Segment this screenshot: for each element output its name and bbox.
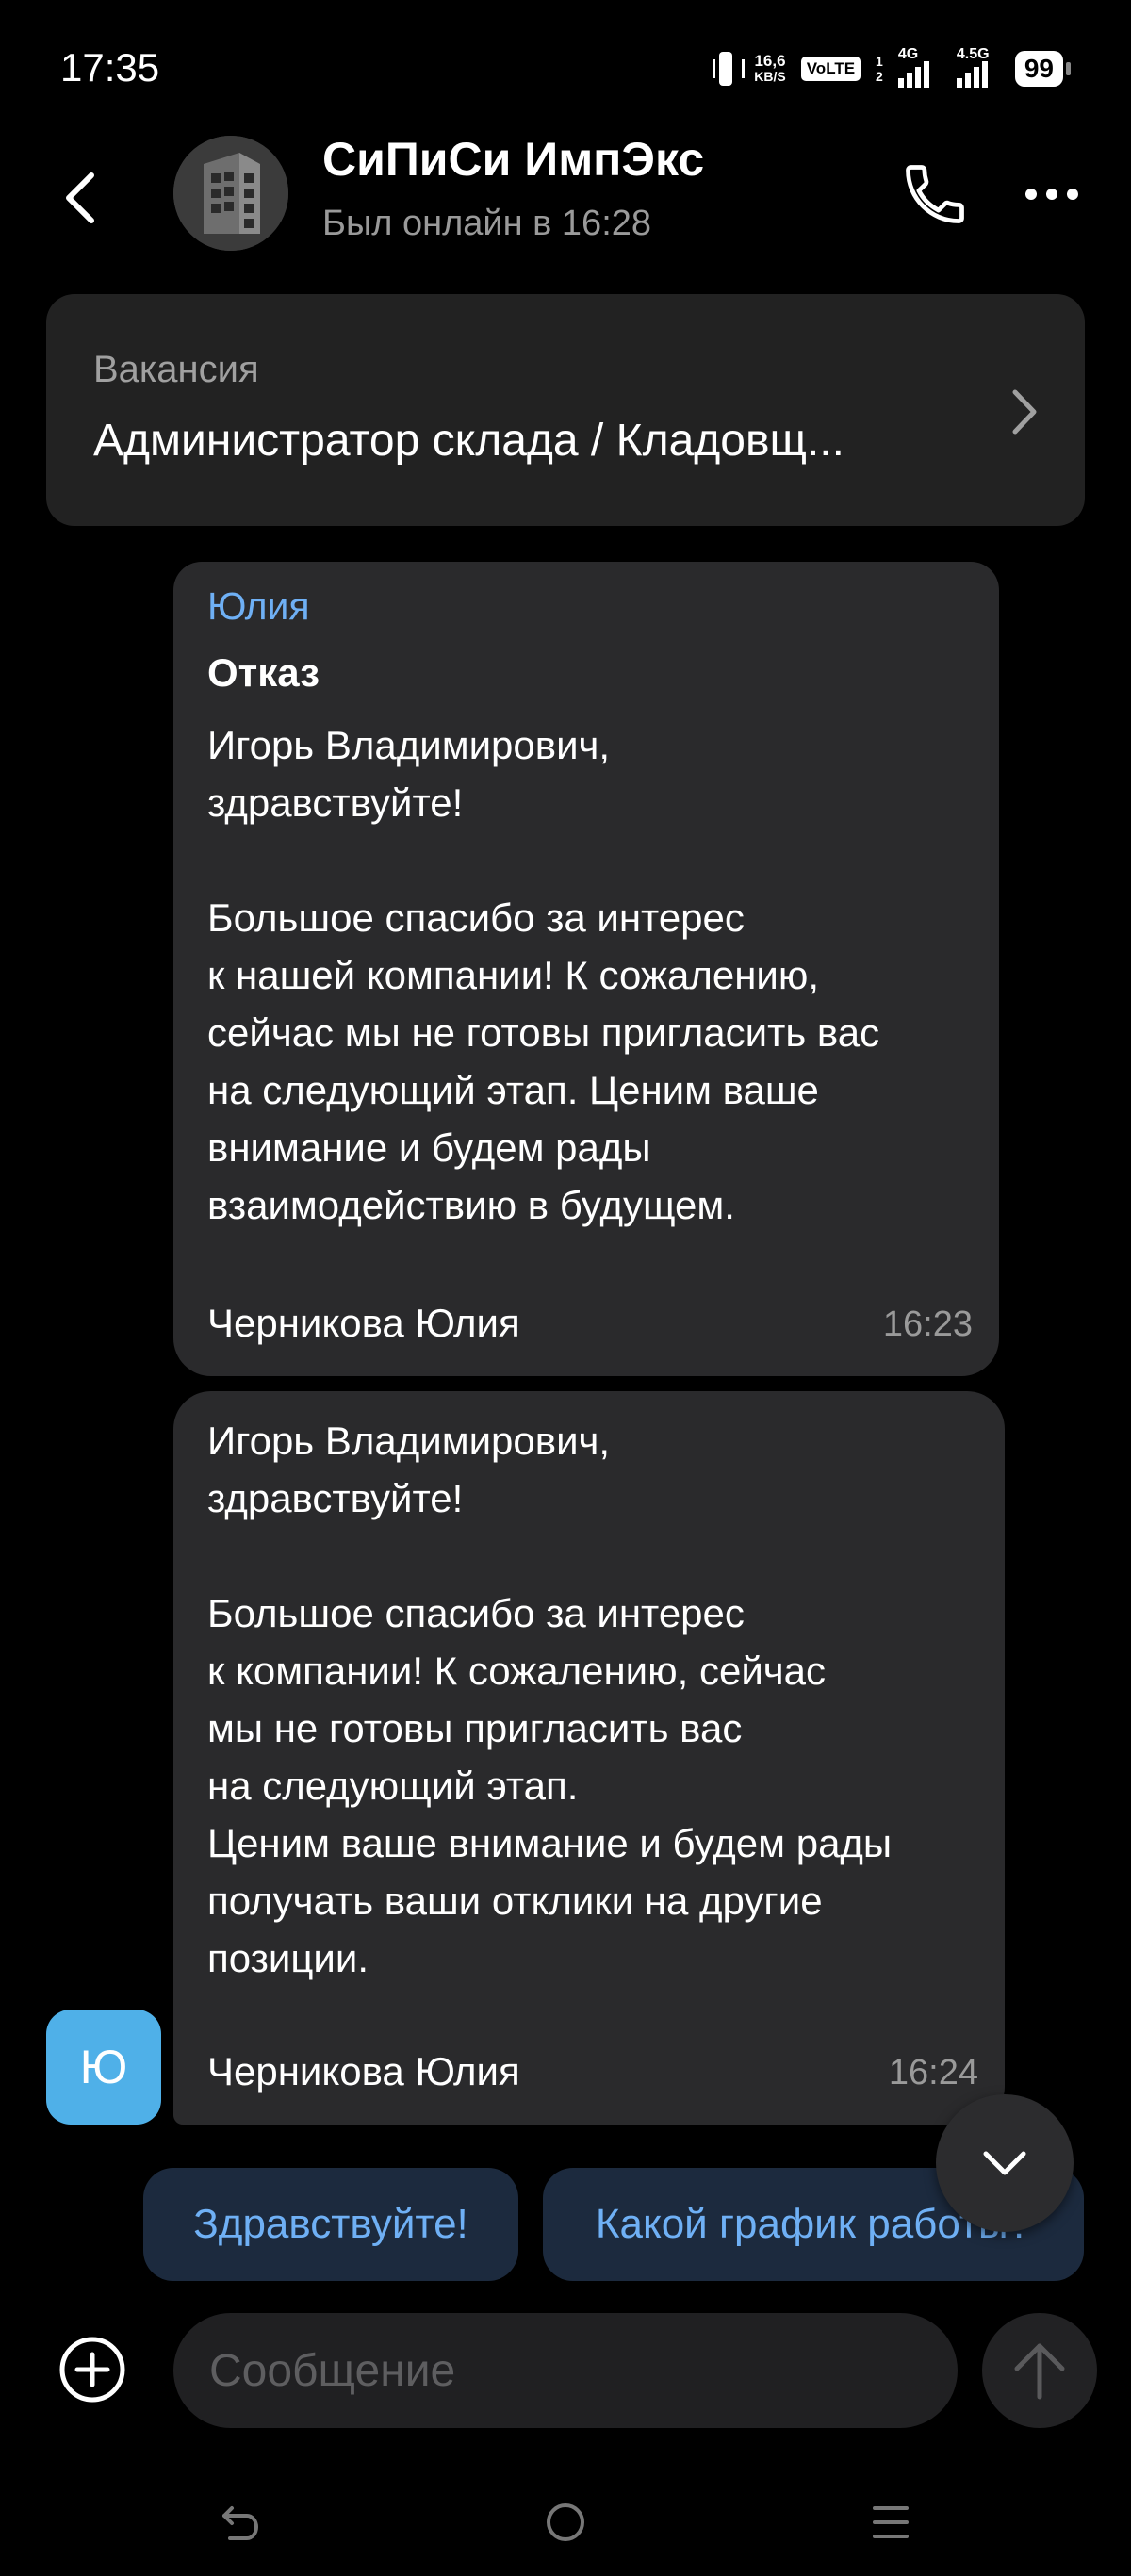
more-horizontal-icon xyxy=(1025,189,1078,200)
nav-menu-icon xyxy=(873,2506,909,2538)
more-button[interactable] xyxy=(1014,155,1090,234)
message-input[interactable] xyxy=(209,2344,958,2397)
vacancy-title: Администратор склада / Кладовщ... xyxy=(93,416,844,466)
sender-avatar[interactable]: Ю xyxy=(46,2010,161,2125)
company-avatar[interactable] xyxy=(173,136,288,251)
nav-back-button[interactable] xyxy=(207,2494,273,2551)
chevron-down-icon xyxy=(983,2151,1026,2175)
message-signature: Черникова Юлия xyxy=(207,2049,520,2093)
network-speed: 16,6 KB/S xyxy=(754,53,785,85)
message-text: Игорь Владимирович, здравствуйте! Большо… xyxy=(207,723,880,1227)
signal-icon-2: 4.5G xyxy=(956,46,1000,88)
chevron-left-icon xyxy=(66,172,94,223)
status-icons: 16,6 KB/S VoLTE 1 2 4G 4.5G 99 xyxy=(713,45,1072,92)
sim2-network-label: 4.5G xyxy=(956,46,990,62)
phone-icon xyxy=(906,165,964,223)
message-time: 16:24 xyxy=(888,2053,978,2092)
sim1-network-label: 4G xyxy=(897,46,919,62)
send-button[interactable] xyxy=(982,2313,1097,2428)
building-logo xyxy=(173,136,288,251)
vibrate-icon xyxy=(713,50,746,88)
vacancy-card[interactable]: Вакансия Администратор склада / Кладовщ.… xyxy=(46,294,1085,526)
back-button[interactable] xyxy=(47,160,113,236)
chat-status: Был онлайн в 16:28 xyxy=(322,204,652,243)
nav-recents-button[interactable] xyxy=(858,2494,924,2551)
nav-home-icon xyxy=(547,2503,584,2541)
sim-index: 1 2 xyxy=(876,54,883,84)
message-sender[interactable]: Юлия xyxy=(207,584,310,629)
message-bubble[interactable]: Игорь Владимирович, здравствуйте! Большо… xyxy=(173,1391,1005,2125)
battery-indicator: 99 xyxy=(1014,51,1072,87)
volte-badge: VoLTE xyxy=(800,57,861,81)
sim1-index: 1 xyxy=(876,54,883,69)
chevron-right-icon xyxy=(1012,389,1037,435)
message-text: Игорь Владимирович, здравствуйте! Большо… xyxy=(207,1419,893,1980)
vacancy-open[interactable] xyxy=(996,379,1053,445)
message-signature: Черникова Юлия xyxy=(207,1301,520,1345)
nav-home-button[interactable] xyxy=(533,2494,598,2551)
chat-header: СиПиСи ИмпЭкс Был онлайн в 16:28 xyxy=(0,132,1131,283)
arrow-up-icon xyxy=(1014,2343,1065,2400)
chat-title[interactable]: СиПиСи ИмпЭкс xyxy=(322,132,704,187)
message-subject: Отказ xyxy=(207,650,320,695)
status-bar: 17:35 16,6 KB/S VoLTE 1 2 4G 4.5G 99 xyxy=(0,0,1131,132)
call-button[interactable] xyxy=(895,155,975,234)
signal-icon: 4G xyxy=(897,46,942,88)
sim2-index: 2 xyxy=(876,69,883,84)
message-time: 16:23 xyxy=(882,1304,973,1344)
scroll-down-button[interactable] xyxy=(936,2094,1074,2232)
quick-reply-chip[interactable]: Здравствуйте! xyxy=(143,2168,518,2281)
plus-circle-icon xyxy=(59,2337,125,2403)
message-bubble[interactable]: Юлия Отказ Игорь Владимирович, здравству… xyxy=(173,562,999,1376)
status-time: 17:35 xyxy=(60,45,160,90)
system-nav-bar xyxy=(0,2469,1131,2576)
nav-back-icon xyxy=(222,2506,258,2540)
network-speed-unit: KB/S xyxy=(754,69,786,84)
network-speed-value: 16,6 xyxy=(754,52,786,70)
vacancy-label: Вакансия xyxy=(93,349,259,390)
message-input-wrapper xyxy=(173,2313,958,2428)
attach-button[interactable] xyxy=(57,2334,128,2405)
